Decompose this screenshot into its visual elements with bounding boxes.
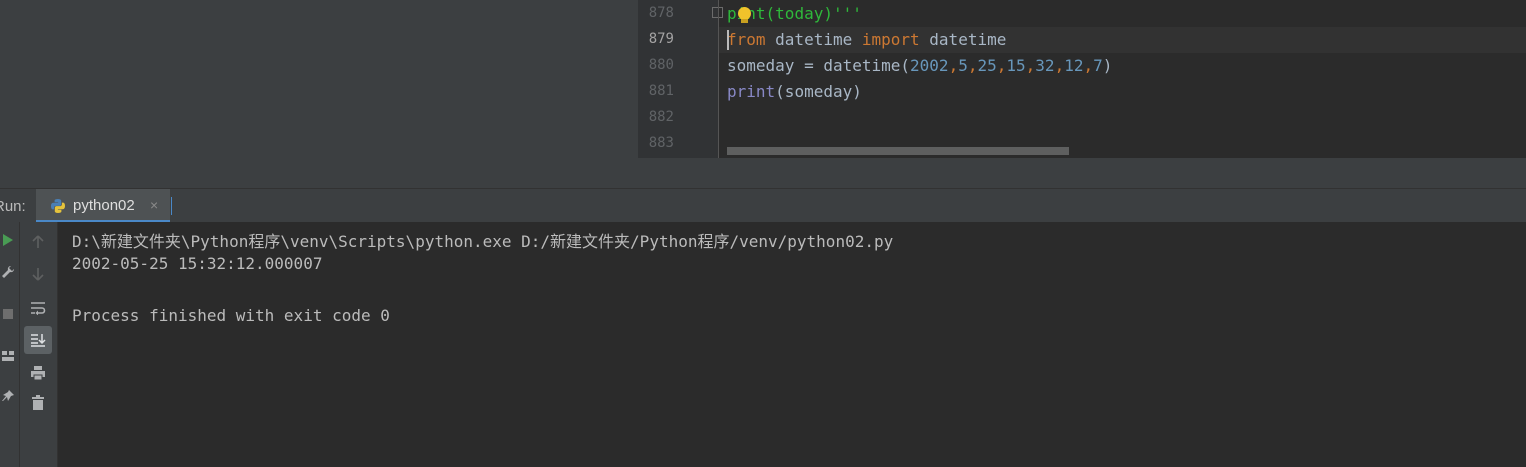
- comma-token: ,: [1054, 56, 1065, 75]
- code-line-880[interactable]: someday = datetime(2002,5,25,15,32,12,7): [727, 56, 1112, 75]
- run-toolbar-primary: [0, 222, 20, 467]
- code-token: p: [727, 4, 737, 23]
- code-token: int(today)''': [736, 4, 862, 23]
- number-token: 7: [1093, 56, 1103, 75]
- comma-token: ,: [1025, 56, 1036, 75]
- line-number: 880: [648, 57, 674, 73]
- builtin-token: print: [727, 82, 776, 101]
- line-number: 881: [648, 83, 674, 99]
- code-token: someday = datetime(: [727, 56, 911, 75]
- line-number: 878: [648, 5, 674, 21]
- arrow-down-icon[interactable]: [24, 260, 52, 288]
- soft-wrap-icon[interactable]: [24, 294, 52, 322]
- code-token: ): [1102, 56, 1113, 75]
- editor-bottom-bar: [638, 158, 1526, 188]
- lightbulb-base: [741, 19, 748, 23]
- comma-token: ,: [1083, 56, 1094, 75]
- text-caret: [727, 30, 729, 50]
- run-label: Run:: [0, 198, 26, 215]
- arrow-up-icon[interactable]: [24, 228, 52, 256]
- run-toolbar-secondary: [20, 222, 58, 467]
- console-output[interactable]: D:\新建文件夹\Python程序\venv\Scripts\python.ex…: [58, 222, 1526, 467]
- number-token: 32: [1035, 56, 1055, 75]
- wrench-icon[interactable]: [0, 258, 22, 286]
- line-number: 883: [648, 135, 674, 151]
- comma-token: ,: [996, 56, 1007, 75]
- pin-icon[interactable]: [0, 382, 22, 410]
- keyword-token: import: [861, 30, 920, 49]
- console-line-command: D:\新建文件夹\Python程序\venv\Scripts\python.ex…: [72, 232, 894, 251]
- code-line-879[interactable]: from datetime import datetime: [727, 30, 1006, 49]
- code-editor[interactable]: 878 879 880 881 882 883 pint(today)''' f…: [638, 0, 1526, 188]
- number-token: 15: [1006, 56, 1026, 75]
- scroll-to-end-icon[interactable]: [24, 326, 52, 354]
- line-number-gutter: 878 879 880 881 882 883: [638, 0, 723, 158]
- layout-icon[interactable]: [0, 342, 22, 370]
- number-token: 12: [1064, 56, 1084, 75]
- comma-token: ,: [948, 56, 959, 75]
- stop-icon[interactable]: [0, 300, 22, 328]
- line-number: 882: [648, 109, 674, 125]
- trash-icon[interactable]: [24, 389, 52, 417]
- number-token: 5: [958, 56, 968, 75]
- print-icon[interactable]: [24, 359, 52, 387]
- number-token: 2002: [910, 56, 949, 75]
- python-icon: [51, 199, 65, 213]
- run-icon[interactable]: [0, 226, 22, 254]
- number-token: 25: [977, 56, 997, 75]
- gutter-divider: [718, 0, 719, 158]
- run-toolwindow-header: Run: python02 ×: [0, 188, 1526, 223]
- code-token: datetime: [765, 30, 862, 49]
- console-line-output: 2002-05-25 15:32:12.000007: [72, 254, 323, 273]
- left-tool-panel: [0, 0, 638, 188]
- line-number: 879: [648, 31, 674, 47]
- console-line-exit: Process finished with exit code 0: [72, 306, 390, 325]
- tab-separator: [171, 197, 172, 215]
- code-line-881[interactable]: print(someday): [727, 82, 862, 101]
- horizontal-scrollbar[interactable]: [727, 147, 1069, 155]
- code-token: (someday): [775, 82, 862, 101]
- close-icon[interactable]: ×: [150, 197, 158, 213]
- code-token: datetime: [919, 30, 1007, 49]
- keyword-token: from: [727, 30, 766, 49]
- tab-label: python02: [73, 197, 135, 214]
